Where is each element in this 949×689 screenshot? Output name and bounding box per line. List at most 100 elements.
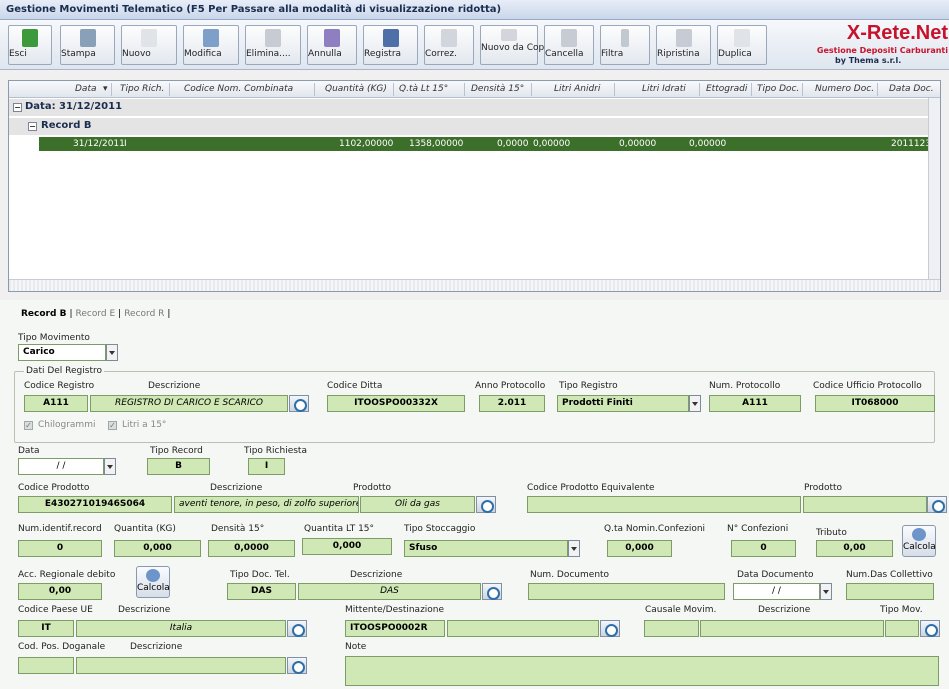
save-icon [382,29,399,47]
clear-button[interactable]: Cancella [544,25,594,65]
printer-icon [79,29,96,47]
codice-registro-field[interactable]: A111 [24,395,88,412]
col-numero-doc[interactable]: Numero Doc. [815,84,874,94]
correct-button[interactable]: Correz. [424,25,474,65]
densita-field[interactable]: 0,0000 [208,540,295,557]
vertical-scrollbar[interactable] [928,98,940,290]
col-tipo-rich[interactable]: Tipo Rich. [120,84,164,94]
collapse-icon[interactable]: − [13,103,22,112]
chevron-down-icon[interactable] [689,395,701,412]
num-protocollo-field[interactable]: A111 [709,395,801,412]
note-field[interactable] [345,656,939,686]
n-confezioni-field[interactable]: 0 [731,540,796,557]
search-icon[interactable] [920,620,940,637]
group-row-record[interactable]: − Record B [9,118,940,135]
tipo-record-field[interactable]: B [147,458,210,475]
codice-prodotto-field[interactable]: E43027101946S064 [18,496,172,513]
col-qta-lt[interactable]: Q.tà Lt 15° [399,84,448,94]
table-row[interactable]: 31/12/2011 I 1102,00000 1358,00000 0,000… [39,137,940,151]
col-densita[interactable]: Densità 15° [471,84,524,94]
data-documento-field[interactable]: / / [733,583,820,600]
search-icon[interactable] [287,657,307,674]
col-codice-nom[interactable]: Codice Nom. Combinata [184,84,293,94]
search-icon[interactable] [482,583,502,600]
search-icon[interactable] [476,496,496,513]
cancel-button[interactable]: Annulla [307,25,357,65]
collapse-icon[interactable]: − [28,122,37,131]
chevron-down-icon[interactable] [106,344,118,361]
litri15-checkbox[interactable]: ✓ [108,421,117,430]
prodotto-field[interactable]: Oli da gas [360,496,475,513]
search-icon[interactable] [927,496,947,513]
chevron-down-icon[interactable] [104,458,116,475]
prodotto-eq-field[interactable] [803,496,927,513]
tipo-movimento-select[interactable]: Carico [18,344,106,361]
print-button[interactable]: Stampa [60,25,115,65]
edit-icon [203,29,219,47]
chilogrammi-checkbox[interactable]: ✓ [24,421,33,430]
duplicate-icon [734,29,750,47]
search-icon[interactable] [289,395,309,412]
search-icon[interactable] [600,620,620,637]
duplicate-button[interactable]: Duplica [717,25,767,65]
tipo-mov-field[interactable] [885,620,919,637]
restore-button[interactable]: Ripristina [656,25,711,65]
quantita-kg-field[interactable]: 0,000 [114,540,201,557]
edit-button[interactable]: Modifica [183,25,239,65]
tab-record-r[interactable]: Record R [121,309,167,319]
anno-protocollo-field[interactable]: 2.011 [479,395,545,412]
mittente-descrizione-field[interactable] [447,620,599,637]
exit-button[interactable]: Esci [8,25,52,65]
num-identif-field[interactable]: 0 [18,540,102,557]
codice-prodotto-eq-field[interactable] [527,496,801,513]
qta-nomin-field[interactable]: 0,000 [607,540,672,557]
data-field[interactable]: / / [18,458,104,475]
tab-record-e[interactable]: Record E [72,309,118,319]
save-button[interactable]: Registra [363,25,418,65]
col-data[interactable]: Data [75,84,97,94]
horizontal-scrollbar[interactable] [9,279,940,291]
cod-pos-descrizione-field[interactable] [76,657,286,674]
num-documento-field[interactable] [528,583,725,600]
tab-record-b[interactable]: Record B [18,309,69,319]
codice-paese-field[interactable]: IT [18,620,74,637]
causale-descrizione-field[interactable] [700,620,884,637]
records-grid[interactable]: Data ▾ Tipo Rich. Codice Nom. Combinata … [8,80,941,292]
mittente-field[interactable]: ITOOSPO0002R [345,620,445,637]
group-row-date[interactable]: − Data: 31/12/2011 [9,99,940,116]
col-data-doc[interactable]: Data Doc. [889,84,934,94]
new-button[interactable]: Nuovo [121,25,177,65]
col-ettogradi[interactable]: Ettogradi [706,84,747,94]
num-das-field[interactable] [846,583,934,600]
tipo-stoccaggio-select[interactable]: Sfuso [404,540,568,557]
trash-icon [265,29,281,47]
col-quantita-kg[interactable]: Quantità (KG) [325,84,387,94]
tipo-richiesta-field[interactable]: I [248,458,285,475]
col-litri-anidri[interactable]: Litri Anidri [554,84,600,94]
calcola-acc-button[interactable]: Calcola [136,566,170,598]
descrizione-paese-field[interactable]: Italia [76,620,286,637]
calcola-tributo-button[interactable]: Calcola [902,525,936,557]
cod-pos-field[interactable] [18,657,74,674]
causale-field[interactable] [644,620,699,637]
detail-form: Record B | Record E | Record R | Tipo Movimen… [0,300,949,689]
tipo-registro-select[interactable]: Prodotti Finiti [557,395,689,412]
acc-regionale-field[interactable]: 0,00 [18,583,102,600]
col-litri-idrati[interactable]: Litri Idrati [642,84,686,94]
quantita-lt-field[interactable]: 0,000 [302,538,392,555]
search-icon[interactable] [287,620,307,637]
chevron-down-icon[interactable] [568,540,580,557]
descrizione-registro-field[interactable]: REGISTRO DI CARICO E SCARICO [90,395,288,412]
col-tipo-doc[interactable]: Tipo Doc. [757,84,799,94]
chevron-down-icon[interactable] [820,583,832,600]
tributo-field[interactable]: 0,00 [816,540,893,557]
title-bar: Gestione Movimenti Telematico (F5 Per Pa… [0,0,949,20]
descrizione-prodotto-field[interactable]: aventi tenore, in peso, di zolfo superio… [174,496,359,513]
tipo-doc-tel-field[interactable]: DAS [227,583,296,600]
codice-ditta-field[interactable]: ITOOSPO00332X [327,395,465,412]
descrizione-doc-field[interactable]: DAS [298,583,481,600]
new-from-copy-button[interactable]: Nuovo da Copia [480,25,552,65]
filter-button[interactable]: Filtra [600,25,650,65]
delete-button[interactable]: Elimina.... [245,25,301,65]
codice-ufficio-field[interactable]: IT068000 [815,395,935,412]
